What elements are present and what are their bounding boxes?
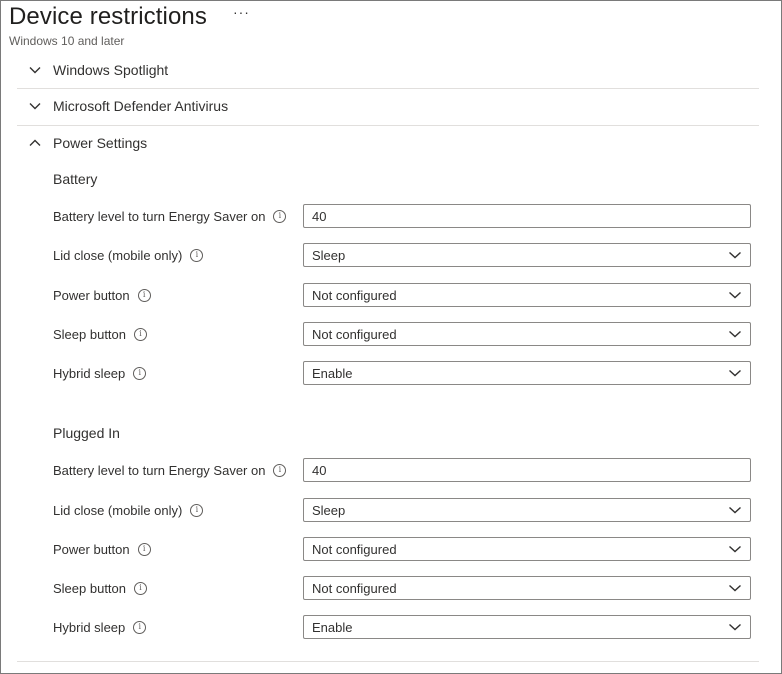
info-circle-icon[interactable]: i [133,620,147,634]
dropdown-value: Not configured [312,287,397,303]
plugged-in-lid-close-dropdown[interactable]: Sleep [303,498,751,522]
chevron-down-icon [720,620,750,634]
plugged-in-power-button-dropdown[interactable]: Not configured [303,537,751,561]
section-windows-spotlight[interactable]: Windows Spotlight [17,52,759,88]
dropdown-value: Enable [312,619,353,635]
field-label: Lid close (mobile only) [53,502,183,518]
plugged-in-sleep-button-dropdown[interactable]: Not configured [303,576,751,600]
page-subtitle: Windows 10 and later [9,34,125,48]
chevron-down-icon [17,99,53,113]
dropdown-value: Sleep [312,247,346,263]
field-label: Power button [53,287,130,303]
battery-energy-saver-row: Battery level to turn Energy Saver on i [53,204,751,228]
dropdown-value: Not configured [312,541,397,557]
section-microsoft-defender-antivirus[interactable]: Microsoft Defender Antivirus [17,88,759,124]
chevron-down-icon [720,327,750,341]
battery-sleep-button-row: Sleep button i Not configured [53,322,751,346]
chevron-down-icon [720,503,750,517]
chevron-down-icon [17,63,53,77]
dropdown-value: Sleep [312,502,346,518]
battery-sleep-button-dropdown[interactable]: Not configured [303,322,751,346]
field-label: Battery level to turn Energy Saver on [53,462,266,478]
info-circle-icon[interactable]: i [134,581,148,595]
info-circle-icon[interactable]: i [273,209,287,223]
info-circle-icon[interactable]: i [137,288,151,302]
battery-lid-close-row: Lid close (mobile only) i Sleep [53,243,751,267]
section-label: Microsoft Defender Antivirus [53,98,229,114]
battery-energy-saver-input[interactable] [303,204,751,228]
plugged-in-lid-close-row: Lid close (mobile only) i Sleep [53,498,751,522]
chevron-down-icon [720,366,750,380]
dropdown-value: Not configured [312,326,397,342]
battery-power-button-dropdown[interactable]: Not configured [303,283,751,307]
section-label: Windows Spotlight [53,62,169,78]
field-label: Battery level to turn Energy Saver on [53,208,266,224]
plugged-in-power-button-row: Power button i Not configured [53,537,751,561]
more-options-button[interactable]: ··· [233,5,250,19]
info-circle-icon[interactable]: i [190,503,204,517]
info-circle-icon[interactable]: i [134,327,148,341]
section-label: Power Settings [53,135,148,151]
battery-hybrid-sleep-row: Hybrid sleep i Enable [53,361,751,385]
chevron-down-icon [720,581,750,595]
plugged-in-energy-saver-row: Battery level to turn Energy Saver on i [53,458,751,482]
plugged-in-energy-saver-input[interactable] [303,458,751,482]
info-circle-icon[interactable]: i [190,248,204,262]
field-label: Hybrid sleep [53,365,126,381]
dropdown-value: Enable [312,365,353,381]
chevron-down-icon [720,542,750,556]
battery-energy-saver-field[interactable] [304,207,734,225]
plugged-in-sleep-button-row: Sleep button i Not configured [53,576,751,600]
plugged-in-hybrid-sleep-row: Hybrid sleep i Enable [53,615,751,639]
battery-lid-close-dropdown[interactable]: Sleep [303,243,751,267]
chevron-down-icon [720,288,750,302]
info-circle-icon[interactable]: i [133,366,147,380]
info-circle-icon[interactable]: i [137,542,151,556]
field-label: Lid close (mobile only) [53,247,183,263]
section-power-settings[interactable]: Power Settings [17,125,759,161]
field-label: Sleep button [53,580,127,596]
battery-hybrid-sleep-dropdown[interactable]: Enable [303,361,751,385]
plugged-in-group-title: Plugged In [53,425,120,441]
plugged-in-hybrid-sleep-dropdown[interactable]: Enable [303,615,751,639]
panel-header: Device restrictions ··· Windows 10 and l… [9,1,250,48]
page-title: Device restrictions [9,3,207,30]
battery-group-title: Battery [53,171,98,187]
section-divider [17,661,759,662]
chevron-down-icon [720,248,750,262]
info-circle-icon[interactable]: i [273,463,287,477]
dropdown-value: Not configured [312,580,397,596]
device-restrictions-panel: Device restrictions ··· Windows 10 and l… [0,0,782,674]
chevron-up-icon [17,136,53,150]
field-label: Sleep button [53,326,127,342]
plugged-in-energy-saver-field[interactable] [304,461,734,479]
field-label: Hybrid sleep [53,619,126,635]
field-label: Power button [53,541,130,557]
battery-power-button-row: Power button i Not configured [53,283,751,307]
